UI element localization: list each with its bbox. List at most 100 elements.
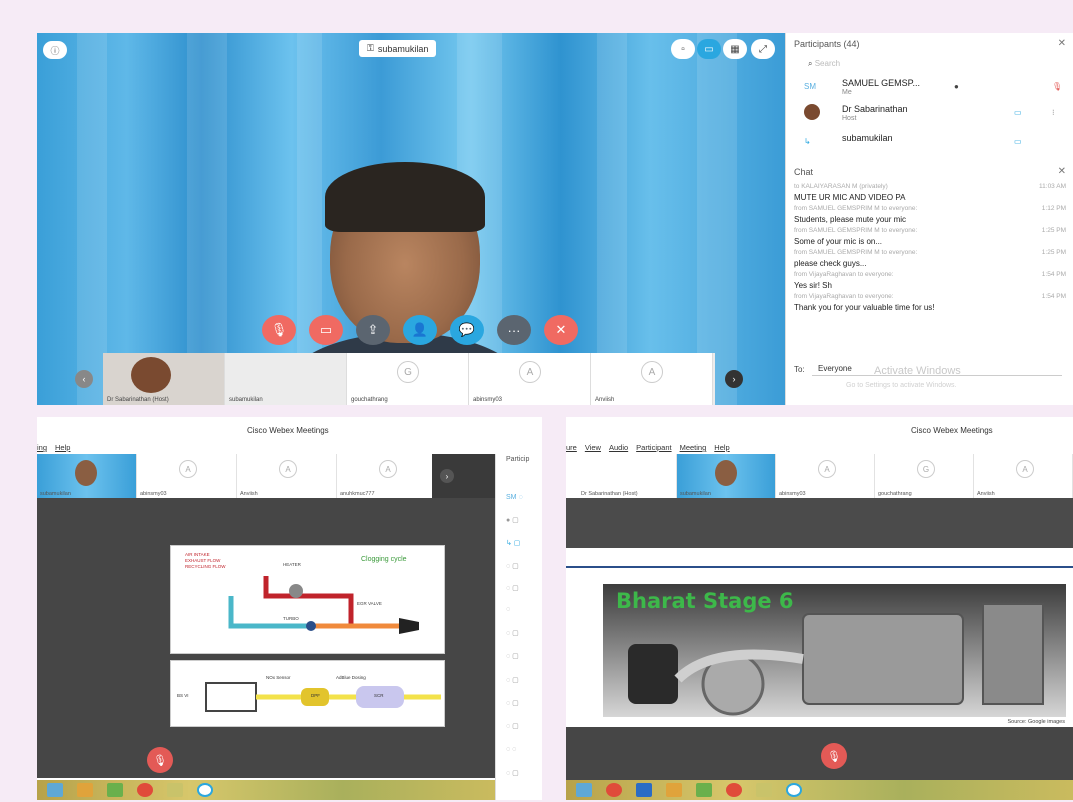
thumbnail-label: Anviish bbox=[240, 491, 258, 497]
thumbnail-label: gouchathrang bbox=[351, 397, 388, 403]
slide-label: HEATER bbox=[283, 562, 301, 567]
chat-button[interactable]: 💬 bbox=[450, 315, 484, 345]
participant-row[interactable]: ◌ ▢ bbox=[506, 584, 519, 592]
strip-next-arrow[interactable]: › bbox=[725, 370, 743, 388]
leave-button[interactable]: ✕ bbox=[544, 315, 578, 345]
participant-avatar: A bbox=[818, 460, 836, 478]
webex-icon[interactable] bbox=[197, 783, 213, 797]
participant-video bbox=[131, 357, 171, 393]
chrome-icon[interactable] bbox=[137, 783, 153, 797]
app-icon[interactable] bbox=[756, 783, 772, 797]
chat-time: 1:12 PM bbox=[1041, 205, 1066, 212]
webex-icon[interactable] bbox=[786, 783, 802, 797]
participant-row[interactable]: ◌ ▢ bbox=[506, 676, 519, 684]
participant-thumbnail[interactable]: subamukilan bbox=[37, 454, 137, 498]
participant-thumbnail[interactable]: subamukilan bbox=[677, 454, 776, 498]
slide-title: Bharat Stage 6 bbox=[616, 589, 794, 613]
menu-item[interactable]: Help bbox=[714, 443, 729, 452]
search-input[interactable]: ⌕ Search bbox=[808, 59, 840, 69]
participant-thumbnail[interactable]: Aanuhkmuc777 bbox=[337, 454, 437, 498]
participant-row[interactable]: Dr Sabarinathan Host ▭ ⁝ bbox=[804, 104, 1064, 128]
slide-label: AIR INTAKE bbox=[185, 552, 210, 557]
chat-message: Yes sir! Sh bbox=[794, 281, 832, 290]
menu-item[interactable]: View bbox=[585, 443, 601, 452]
menu-item[interactable]: Participant bbox=[636, 443, 671, 452]
explorer-icon[interactable] bbox=[576, 783, 592, 797]
participant-thumbnail[interactable]: Ggouchathrang bbox=[347, 353, 469, 405]
mic-muted-icon: 🎙 bbox=[1052, 82, 1063, 91]
participant-thumbnail[interactable]: Dr Sabarinathan (Host) bbox=[103, 353, 225, 405]
app-icon[interactable] bbox=[167, 783, 183, 797]
thumbnail-label: gouchathrang bbox=[878, 491, 912, 497]
mic-icon: ⁝ bbox=[1052, 108, 1055, 117]
participant-thumbnail[interactable]: Aabinsmy03 bbox=[137, 454, 237, 498]
thumbnail-layout-icon[interactable]: ▦ bbox=[723, 39, 747, 59]
menu-item[interactable]: ing bbox=[37, 443, 47, 452]
thumbnail-strip: Dr Sabarinathan (Host) subamukilan Ggoucha… bbox=[103, 353, 715, 405]
chat-meta: from SAMUEL GEMSPRIM M to everyone: 1:12 … bbox=[794, 205, 1066, 212]
app-icon[interactable] bbox=[696, 783, 712, 797]
participant-row[interactable]: ◌ ◌ bbox=[506, 746, 516, 753]
strip-next-arrow[interactable]: › bbox=[440, 469, 454, 483]
menu-item[interactable]: Meeting bbox=[680, 443, 707, 452]
participant-thumbnail[interactable]: Aabinsmy03 bbox=[469, 353, 591, 405]
participant-thumbnail[interactable]: A Anviish bbox=[974, 454, 1073, 498]
folder-icon[interactable] bbox=[77, 783, 93, 797]
explorer-icon[interactable] bbox=[47, 783, 63, 797]
stage-layout-icon[interactable]: ▭ bbox=[697, 39, 721, 59]
slide-bsvi-diagram: BS VI DPF SCR NOx Sensor AdBlue Dosing bbox=[170, 660, 445, 727]
folder-icon[interactable] bbox=[666, 783, 682, 797]
participants-header[interactable]: Participants (44) bbox=[794, 39, 860, 49]
mute-button[interactable]: 🎙 bbox=[147, 747, 173, 773]
chat-time: 1:25 PM bbox=[1041, 249, 1066, 256]
grid-layout-icon[interactable]: ▫ bbox=[671, 39, 695, 59]
close-chat-icon[interactable]: ✕ bbox=[1058, 166, 1066, 177]
close-participants-icon[interactable]: ✕ bbox=[1058, 38, 1066, 49]
participant-thumbnail[interactable]: Ggouchathrang bbox=[875, 454, 974, 498]
more-options-icon[interactable]: ● bbox=[954, 82, 959, 91]
slide-egr-diagram: AIR INTAKE EXHAUST FLOW RECYCLING FLOW H… bbox=[170, 545, 445, 654]
participants-button[interactable]: 👤 bbox=[403, 315, 437, 345]
thumbnail-label: subamukilan bbox=[40, 491, 71, 497]
participant-row[interactable]: ◌ ▢ bbox=[506, 629, 519, 637]
participant-row[interactable]: ◌ ▢ bbox=[506, 562, 519, 570]
menu-item[interactable]: Audio bbox=[609, 443, 628, 452]
participant-row[interactable]: ◌ ▢ bbox=[506, 652, 519, 660]
participants-header[interactable]: Particip bbox=[506, 456, 529, 463]
app-icon[interactable] bbox=[107, 783, 123, 797]
participant-avatar: G bbox=[397, 361, 419, 383]
participant-row[interactable]: ◌ ▢ bbox=[506, 699, 519, 707]
participant-thumbnail[interactable]: A Anviish bbox=[591, 353, 713, 405]
share-button[interactable]: ⇪ bbox=[356, 315, 390, 345]
participant-thumbnail[interactable]: A Anviish bbox=[237, 454, 337, 498]
participant-row[interactable]: ◌ bbox=[506, 606, 510, 613]
chat-time: 1:25 PM bbox=[1041, 227, 1066, 234]
word-icon[interactable] bbox=[636, 783, 652, 797]
image-source: Source: Google images bbox=[1007, 719, 1065, 725]
app-icon[interactable] bbox=[606, 783, 622, 797]
participant-row[interactable]: SM ◌ bbox=[506, 494, 523, 501]
participant-row[interactable]: ↳ ▢ bbox=[506, 539, 520, 547]
participant-row[interactable]: ↳ subamukilan ▭ bbox=[804, 133, 1064, 157]
menu-item[interactable]: ure bbox=[566, 443, 577, 452]
info-icon[interactable]: ⓘ bbox=[43, 41, 67, 59]
video-button[interactable]: ▭ bbox=[309, 315, 343, 345]
participant-row[interactable]: ◌ ▢ bbox=[506, 769, 519, 777]
fullscreen-icon[interactable]: ⤢ bbox=[751, 39, 775, 59]
more-button[interactable]: ··· bbox=[497, 315, 531, 345]
participant-row[interactable]: ● ▢ bbox=[506, 516, 519, 524]
participant-thumbnail[interactable]: Dr Sabarinathan (Host) bbox=[578, 454, 677, 498]
chat-header[interactable]: Chat bbox=[794, 167, 813, 177]
participant-row[interactable]: SM SAMUEL GEMSP... Me ● 🎙 bbox=[804, 78, 1064, 102]
mute-button[interactable]: 🎙 bbox=[821, 743, 847, 769]
menu-item[interactable]: Help bbox=[55, 443, 70, 452]
strip-prev-arrow[interactable]: ‹ bbox=[75, 370, 93, 388]
participant-thumbnail[interactable]: subamukilan bbox=[225, 353, 347, 405]
participant-row[interactable]: ◌ ▢ bbox=[506, 722, 519, 730]
chrome-icon[interactable] bbox=[726, 783, 742, 797]
participant-video bbox=[75, 460, 97, 486]
mute-button[interactable]: 🎙 bbox=[262, 315, 296, 345]
participant-thumbnail[interactable]: Aabinsmy03 bbox=[776, 454, 875, 498]
exhaust-symbol bbox=[399, 618, 419, 634]
heater-symbol bbox=[289, 584, 303, 598]
